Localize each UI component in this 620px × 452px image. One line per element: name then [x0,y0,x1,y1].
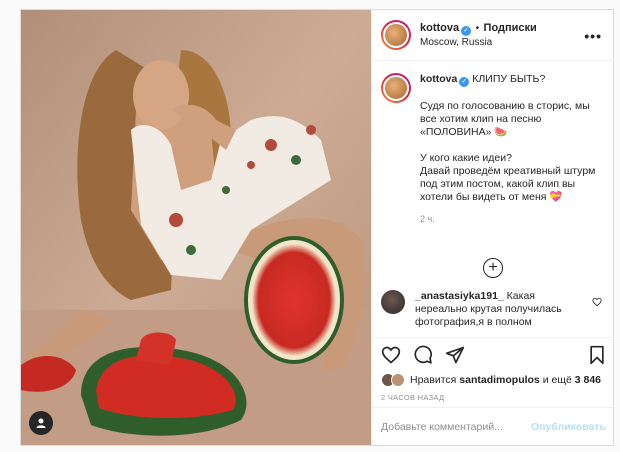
liker-avatars [381,373,405,387]
caption-line-2: У кого какие идеи? [420,152,512,164]
bookmark-icon[interactable] [588,345,606,365]
post-location[interactable]: Moscow, Russia [420,36,537,50]
likes-summary: Нравится santadimopulos и ещё 3 846 [372,372,615,388]
likes-user[interactable]: santadimopulos [459,374,540,386]
caption-verified-icon: ✓ [459,77,470,87]
header-separator: • [475,23,480,34]
instagram-post: kottova ✓ • Подписки Moscow, Russia ••• k… [20,9,615,446]
caption-title: КЛИПУ БЫТЬ? [472,73,546,85]
author-username[interactable]: kottova [420,22,459,34]
comment-like-icon[interactable] [592,297,602,307]
caption-line-3: Давай проведём креативный штурм под этим… [420,165,596,203]
share-icon[interactable] [445,345,465,365]
likes-count[interactable]: 3 846 [575,374,601,386]
author-avatar[interactable] [381,20,411,50]
add-comment-bar: Добавьте комментарий... Опубликовать [372,407,615,445]
photo-illustration [21,10,371,445]
publish-button[interactable]: Опубликовать [531,421,606,433]
like-icon[interactable] [381,345,401,365]
commenter-avatar[interactable] [381,290,405,314]
following-button[interactable]: Подписки [484,22,537,34]
user-icon [36,418,46,428]
likes-prefix: Нравится [410,374,457,386]
commenter-username[interactable]: _anastasiyka191_ [415,290,504,302]
post-sidebar: kottova ✓ • Подписки Moscow, Russia ••• k… [371,10,615,445]
load-more-comments-button[interactable]: + [483,258,503,278]
comment-icon[interactable] [413,345,433,365]
caption-line-1: Судя по голосованию в сторис, мы все хот… [420,100,590,138]
comment-item: _anastasiyka191_ Какая нереально крутая … [381,290,606,329]
tagged-users-button[interactable] [29,411,53,435]
likes-middle: и ещё [542,374,572,386]
comment-input[interactable]: Добавьте комментарий... [381,421,503,433]
post-photo[interactable] [21,10,371,445]
more-options-icon[interactable]: ••• [584,28,602,44]
verified-icon: ✓ [461,26,472,36]
post-header: kottova ✓ • Подписки Moscow, Russia ••• [372,10,614,61]
caption-avatar[interactable] [381,73,411,103]
caption-username[interactable]: kottova [420,73,457,85]
caption-time: 2 ч. [420,214,435,224]
post-date: 2 ЧАСОВ НАЗАД [381,393,445,402]
caption: kottova ✓ КЛИПУ БЫТЬ? Судя по голосованию… [372,61,614,226]
